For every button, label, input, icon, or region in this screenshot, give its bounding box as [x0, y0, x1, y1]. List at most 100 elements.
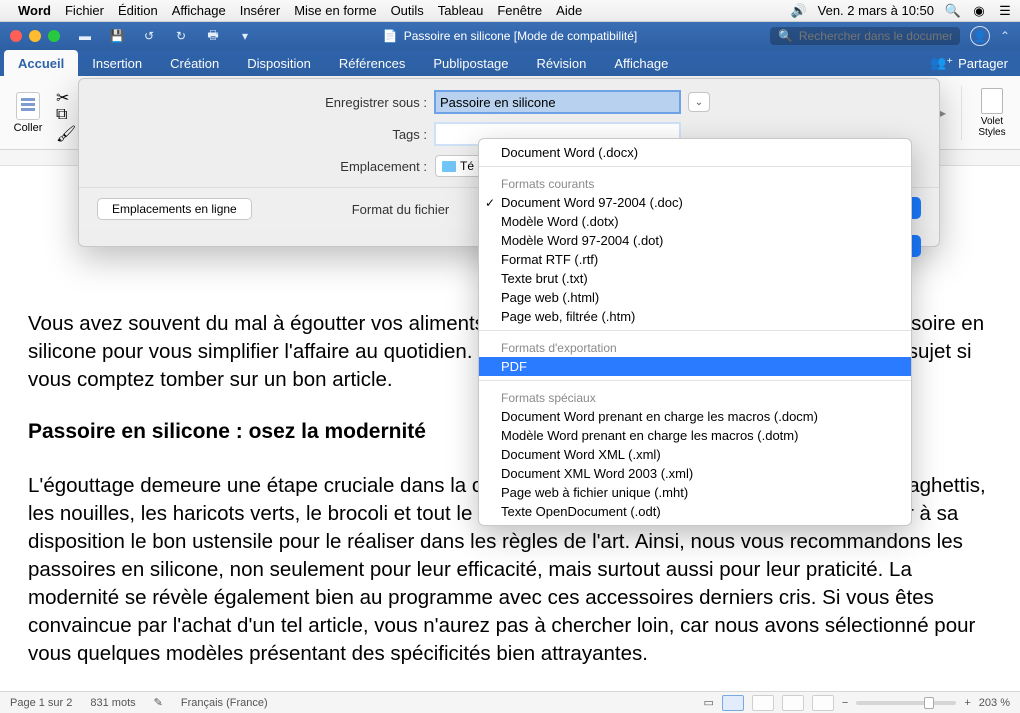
- format-option[interactable]: Texte OpenDocument (.odt): [479, 502, 911, 521]
- format-option-label: Modèle Word 97-2004 (.dot): [501, 233, 663, 248]
- menu-window[interactable]: Fenêtre: [497, 3, 542, 18]
- format-option[interactable]: Page web, filtrée (.htm): [479, 307, 911, 326]
- pane-icon: [981, 88, 1003, 114]
- share-icon: 👥⁺: [930, 55, 953, 71]
- format-option-label: Document Word XML (.xml): [501, 447, 661, 462]
- tab-affichage[interactable]: Affichage: [600, 50, 682, 76]
- format-option-label: Format RTF (.rtf): [501, 252, 598, 267]
- window-minimize-button[interactable]: [29, 30, 41, 42]
- quick-more-icon[interactable]: ▾: [234, 27, 256, 45]
- format-option[interactable]: Format RTF (.rtf): [479, 250, 911, 269]
- format-option-label: Document Word (.docx): [501, 145, 638, 160]
- web-layout-view-button[interactable]: [752, 695, 774, 711]
- share-button[interactable]: 👥⁺ Partager: [918, 50, 1020, 76]
- online-locations-button[interactable]: Emplacements en ligne: [97, 198, 252, 220]
- copy-icon[interactable]: ⧉: [56, 106, 72, 120]
- format-option[interactable]: Document Word XML (.xml): [479, 445, 911, 464]
- notification-center-icon[interactable]: ☰: [998, 4, 1012, 18]
- zoom-level[interactable]: 203 %: [979, 697, 1010, 709]
- quick-save-icon[interactable]: ▬: [74, 27, 96, 45]
- zoom-slider-thumb[interactable]: [924, 697, 934, 709]
- print-layout-view-button[interactable]: [722, 695, 744, 711]
- ribbon-separator: [961, 86, 962, 140]
- tab-creation[interactable]: Création: [156, 50, 233, 76]
- format-group-label: Formats courants: [479, 173, 911, 193]
- search-icon: 🔍: [778, 29, 793, 43]
- format-option[interactable]: Page web à fichier unique (.mht): [479, 483, 911, 502]
- quick-undo-icon[interactable]: ↺: [138, 27, 160, 45]
- styles-pane-label: Volet Styles: [972, 116, 1012, 138]
- format-option[interactable]: Texte brut (.txt): [479, 269, 911, 288]
- siri-icon[interactable]: ◉: [972, 4, 986, 18]
- zoom-slider[interactable]: [856, 701, 956, 705]
- format-option[interactable]: Modèle Word (.dotx): [479, 212, 911, 231]
- titlebar-expand-icon[interactable]: ⌃: [1000, 29, 1010, 43]
- ribbon-tabs: Accueil Insertion Création Disposition R…: [0, 50, 1020, 76]
- tab-publipostage[interactable]: Publipostage: [419, 50, 522, 76]
- window-zoom-button[interactable]: [48, 30, 60, 42]
- status-language[interactable]: Français (France): [181, 697, 268, 709]
- tab-disposition[interactable]: Disposition: [233, 50, 325, 76]
- format-option[interactable]: Document Word prenant en charge les macr…: [479, 407, 911, 426]
- format-option-pdf[interactable]: PDF: [479, 357, 911, 376]
- menu-insert[interactable]: Insérer: [240, 3, 280, 18]
- styles-pane-button[interactable]: Volet Styles: [972, 83, 1012, 143]
- format-option-label: Document Word 97-2004 (.doc): [501, 195, 683, 210]
- volume-icon[interactable]: 🔊: [792, 4, 806, 18]
- menu-help[interactable]: Aide: [556, 3, 582, 18]
- menubar-clock: Ven. 2 mars à 10:50: [818, 3, 934, 18]
- zoom-out-button[interactable]: −: [842, 697, 848, 709]
- status-spellcheck-icon[interactable]: ✎: [154, 696, 163, 709]
- format-option[interactable]: Page web (.html): [479, 288, 911, 307]
- menu-file[interactable]: Fichier: [65, 3, 104, 18]
- menu-app[interactable]: Word: [18, 3, 51, 18]
- tab-revision[interactable]: Révision: [523, 50, 601, 76]
- tags-label: Tags :: [97, 127, 427, 142]
- zoom-in-button[interactable]: +: [964, 697, 970, 709]
- menu-format[interactable]: Mise en forme: [294, 3, 376, 18]
- format-painter-icon[interactable]: 🖌: [56, 124, 72, 138]
- outline-view-button[interactable]: [782, 695, 804, 711]
- check-icon: ✓: [485, 196, 495, 210]
- format-option[interactable]: Modèle Word 97-2004 (.dot): [479, 231, 911, 250]
- folder-icon: [442, 161, 456, 172]
- statusbar: Page 1 sur 2 831 mots ✎ Français (France…: [0, 691, 1020, 713]
- save-as-label: Enregistrer sous :: [97, 95, 427, 110]
- focus-mode-icon[interactable]: ▭: [704, 696, 714, 709]
- quick-redo-icon[interactable]: ↻: [170, 27, 192, 45]
- format-option-label: Document XML Word 2003 (.xml): [501, 466, 693, 481]
- mac-menubar: Word Fichier Édition Affichage Insérer M…: [0, 0, 1020, 22]
- format-option-label: Texte OpenDocument (.odt): [501, 504, 661, 519]
- status-page[interactable]: Page 1 sur 2: [10, 697, 72, 709]
- menu-table[interactable]: Tableau: [438, 3, 484, 18]
- tab-accueil[interactable]: Accueil: [4, 50, 78, 76]
- quick-print-icon[interactable]: 🖶: [202, 27, 224, 45]
- draft-view-button[interactable]: [812, 695, 834, 711]
- spotlight-icon[interactable]: 🔍: [946, 4, 960, 18]
- menu-edit[interactable]: Édition: [118, 3, 158, 18]
- cut-icon[interactable]: ✂: [56, 88, 72, 102]
- menu-tools[interactable]: Outils: [391, 3, 424, 18]
- tab-references[interactable]: Références: [325, 50, 419, 76]
- status-word-count[interactable]: 831 mots: [90, 697, 135, 709]
- share-label: Partager: [958, 56, 1008, 71]
- expand-sheet-button[interactable]: ⌄: [688, 92, 710, 112]
- window-close-button[interactable]: [10, 30, 22, 42]
- format-option[interactable]: Modèle Word prenant en charge les macros…: [479, 426, 911, 445]
- search-input[interactable]: [799, 29, 952, 43]
- format-group-label: Formats d'exportation: [479, 337, 911, 357]
- format-option[interactable]: Document XML Word 2003 (.xml): [479, 464, 911, 483]
- tab-insertion[interactable]: Insertion: [78, 50, 156, 76]
- quick-save2-icon[interactable]: 💾: [106, 27, 128, 45]
- save-as-input[interactable]: [435, 91, 680, 113]
- location-label: Emplacement :: [97, 159, 427, 174]
- titlebar: ▬ 💾 ↺ ↻ 🖶 ▾ 📄 Passoire en silicone [Mode…: [0, 22, 1020, 50]
- user-avatar-icon[interactable]: 👤: [970, 26, 990, 46]
- format-option[interactable]: Document Word (.docx): [479, 143, 911, 162]
- titlebar-search[interactable]: 🔍: [770, 27, 960, 45]
- format-group-label: Formats spéciaux: [479, 387, 911, 407]
- format-option[interactable]: ✓ Document Word 97-2004 (.doc): [479, 193, 911, 212]
- menu-view[interactable]: Affichage: [172, 3, 226, 18]
- paste-button[interactable]: Coller: [8, 83, 48, 143]
- format-option-label: Modèle Word (.dotx): [501, 214, 619, 229]
